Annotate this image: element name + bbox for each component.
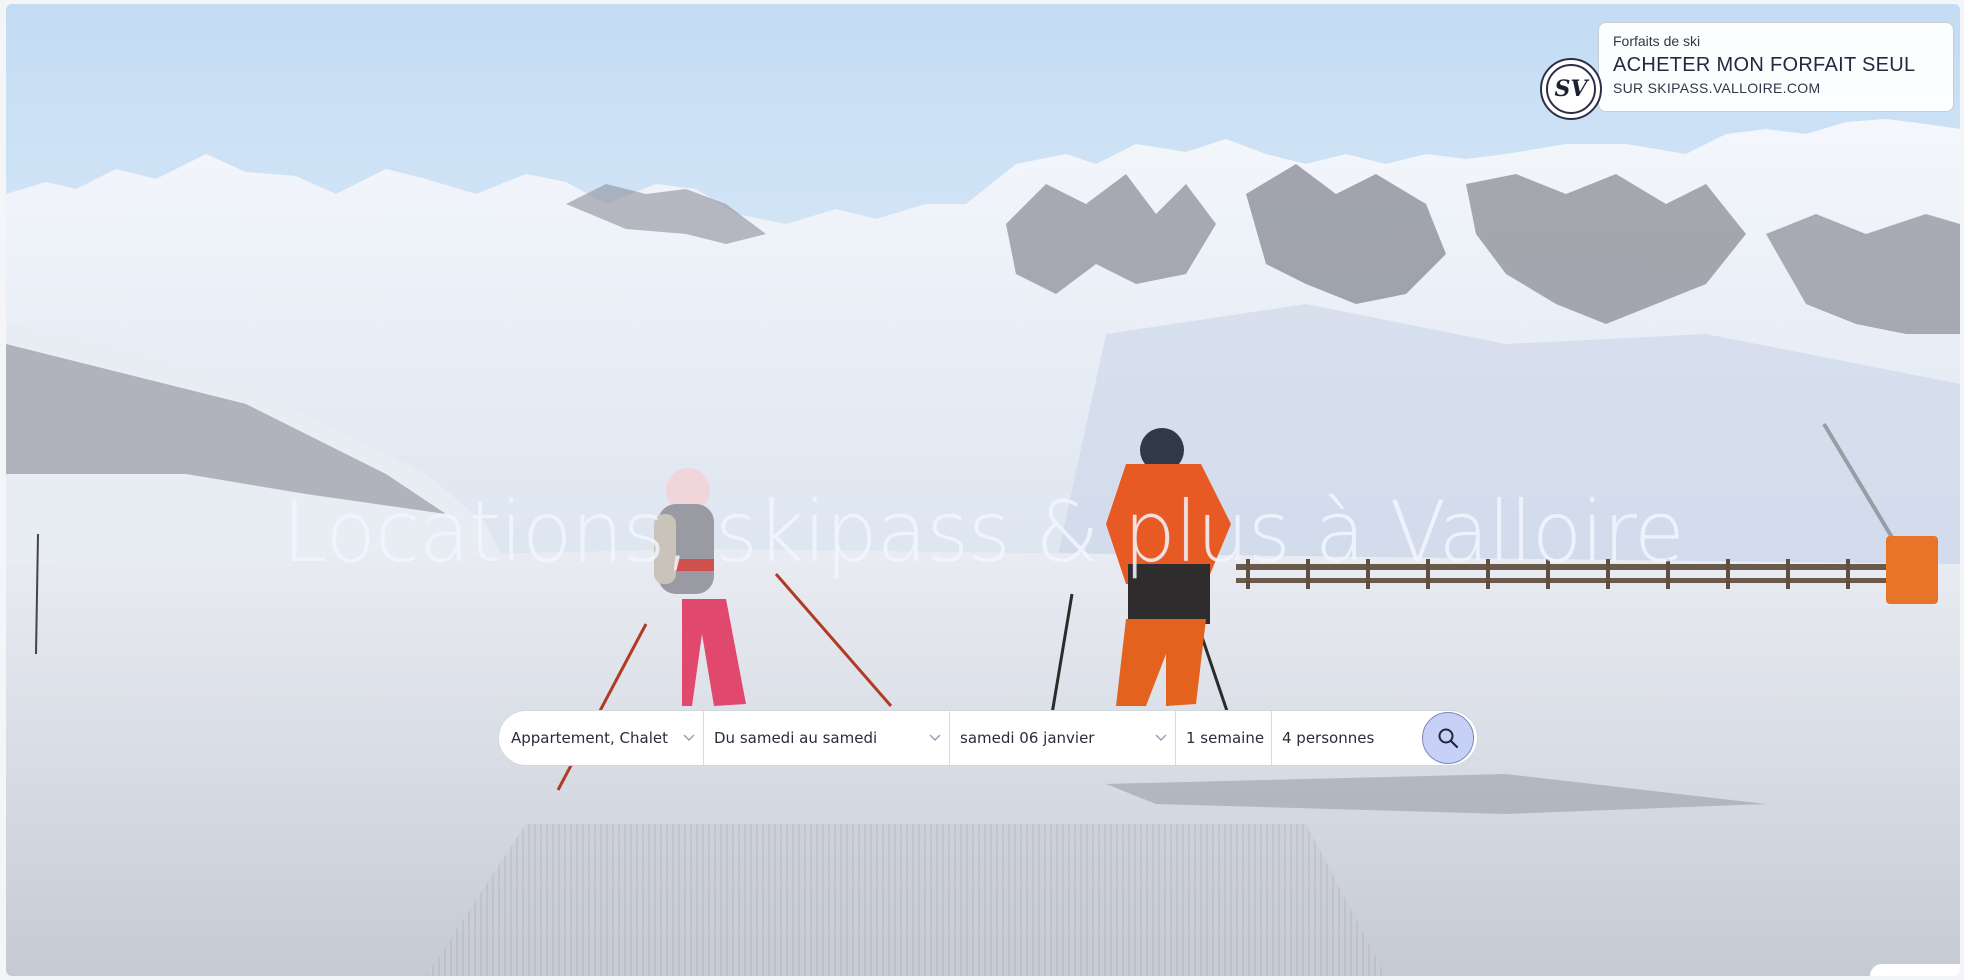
guests-value: 4 personnes <box>1282 729 1375 747</box>
chevron-down-icon <box>929 734 941 742</box>
search-icon <box>1438 728 1459 749</box>
skipass-logo[interactable]: SV <box>1540 58 1602 120</box>
accommodation-type-select[interactable]: Appartement, Chalet <box>499 711 704 765</box>
corner-tab <box>1870 964 1960 976</box>
promo-label: Forfaits de ski <box>1613 33 1701 49</box>
chevron-down-icon <box>1155 734 1167 742</box>
promo-subtitle: SUR SKIPASS.VALLOIRE.COM <box>1613 80 1821 96</box>
duration-value: 1 semaine <box>1186 729 1265 747</box>
promo-cta-link[interactable]: ACHETER MON FORFAIT SEUL <box>1613 51 1939 79</box>
hero-title: Locations, skipass & plus à Valloire <box>282 483 1685 581</box>
stay-period-value: Du samedi au samedi <box>714 729 878 747</box>
arrival-date-value: samedi 06 janvier <box>960 729 1095 747</box>
duration-select[interactable]: 1 semaine <box>1176 711 1272 765</box>
skipass-promo-card[interactable]: Forfaits de ski ACHETER MON FORFAIT SEUL… <box>1598 22 1954 112</box>
chevron-down-icon <box>683 734 695 742</box>
hero-banner: Locations, skipass & plus à Valloire SV … <box>6 4 1960 976</box>
search-button[interactable] <box>1422 712 1474 764</box>
guests-select[interactable]: 4 personnes <box>1272 711 1422 765</box>
stay-period-select[interactable]: Du samedi au samedi <box>704 711 950 765</box>
skipass-logo-mark: SV <box>1546 64 1596 114</box>
arrival-date-select[interactable]: samedi 06 janvier <box>950 711 1176 765</box>
accommodation-type-value: Appartement, Chalet <box>511 729 668 747</box>
search-bar: Appartement, Chalet Du samedi au samedi … <box>498 710 1478 766</box>
skipass-promo[interactable]: SV Forfaits de ski ACHETER MON FORFAIT S… <box>1540 14 1954 120</box>
